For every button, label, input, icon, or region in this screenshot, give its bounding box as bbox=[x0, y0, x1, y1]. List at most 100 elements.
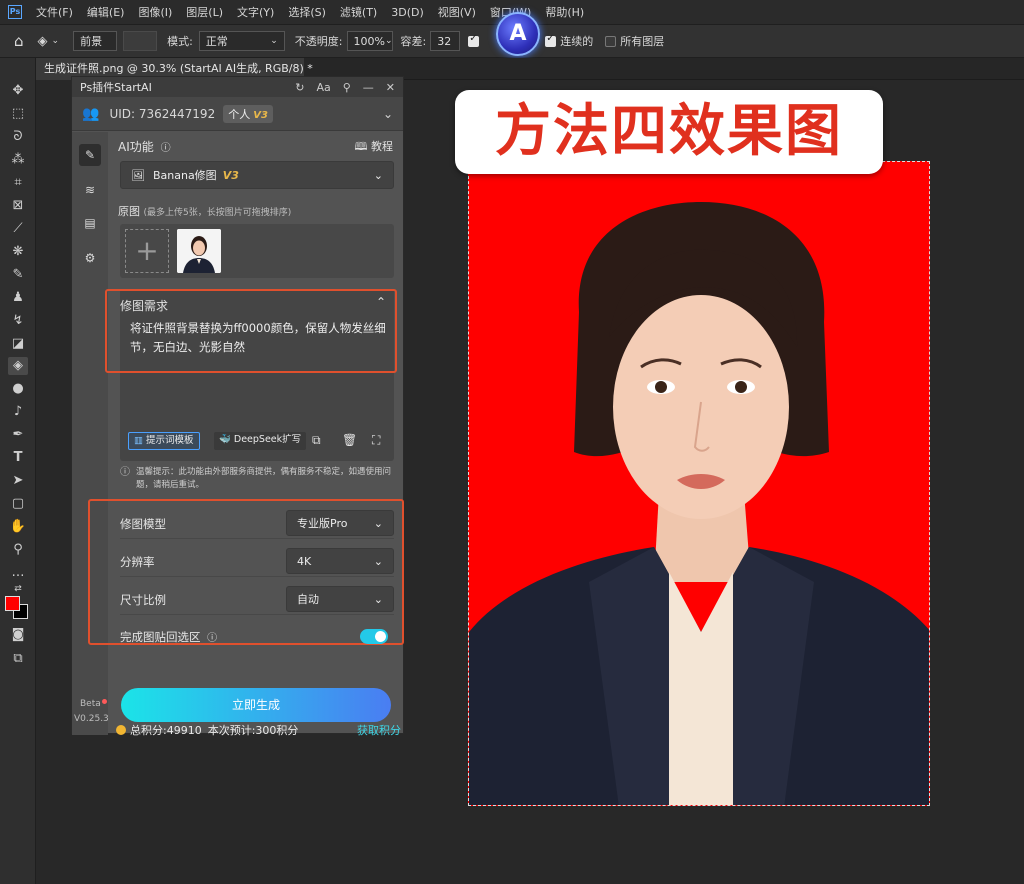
account-row: 👥 UID: 7362447192 个人 V3 ⌄ bbox=[72, 97, 403, 131]
startai-logo: A bbox=[496, 12, 540, 56]
effect-title: 方法四效果图 bbox=[455, 90, 883, 174]
expand-icon[interactable]: ⛶ bbox=[372, 433, 380, 448]
pattern-swatch[interactable] bbox=[123, 31, 158, 51]
chevron-down-icon[interactable]: ⌄ bbox=[52, 36, 60, 46]
marquee-tool-icon[interactable]: ⬚ bbox=[8, 105, 28, 123]
setting-row-paste-back: 完成图贴回选区 ⓘ bbox=[120, 620, 394, 652]
blur-tool-icon[interactable]: ● bbox=[8, 380, 28, 398]
paint-bucket-icon[interactable]: ◈ bbox=[38, 34, 48, 49]
version-label: V0.25.3 bbox=[74, 714, 109, 724]
frame-tool-icon[interactable]: ⊠ bbox=[8, 197, 28, 215]
brush-tool-icon[interactable]: ✎ bbox=[8, 266, 28, 284]
tutorial-link[interactable]: 🕮 教程 bbox=[355, 138, 393, 157]
foreground-color-swatch[interactable] bbox=[5, 596, 20, 611]
history-icon[interactable]: ⧉ bbox=[312, 433, 321, 448]
paste-back-toggle[interactable] bbox=[360, 629, 388, 644]
history-brush-tool-icon[interactable]: ↯ bbox=[8, 312, 28, 330]
menu-edit[interactable]: 编辑(E) bbox=[87, 4, 125, 20]
menu-image[interactable]: 图像(I) bbox=[138, 4, 172, 20]
chevron-down-icon[interactable]: ⌄ bbox=[383, 107, 393, 121]
hand-tool-icon[interactable]: ✋ bbox=[8, 518, 28, 536]
quick-mask-icon[interactable]: ◙ bbox=[8, 626, 28, 644]
close-icon[interactable]: ✕ bbox=[386, 81, 395, 94]
get-points-link[interactable]: 获取积分 bbox=[357, 722, 401, 738]
book-icon: 🕮 bbox=[354, 140, 368, 153]
edit-nav-icon[interactable]: ✎ bbox=[79, 144, 101, 166]
anti-alias-checkbox[interactable] bbox=[468, 33, 480, 47]
panel-main: AI功能 ⓘ 🕮 教程 🖼 Banana修图 V3 ⌄ 原图 (最多上传5张，长… bbox=[88, 132, 405, 738]
generate-label: 立即生成 bbox=[231, 698, 280, 712]
portrait-photo[interactable] bbox=[468, 161, 930, 806]
menu-3d[interactable]: 3D(D) bbox=[391, 6, 424, 19]
tool-bar: ✥ ⬚ ᘐ ⁂ ⌗ ⊠ ⟋ ❋ ✎ ♟ ↯ ◪ ◈ ● ♪ ✒ T ➤ ▢ ✋ … bbox=[0, 58, 36, 884]
model-select[interactable]: 专业版Pro ⌄ bbox=[286, 510, 394, 536]
source-label: 原图 (最多上传5张，长按图片可拖拽排序) bbox=[118, 203, 291, 219]
ratio-select[interactable]: 自动 ⌄ bbox=[286, 586, 394, 612]
setting-label-ratio: 尺寸比例 bbox=[120, 593, 166, 607]
pen-tool-icon[interactable]: ✒ bbox=[8, 426, 28, 444]
settings-nav-icon[interactable]: ⚙ bbox=[82, 250, 98, 266]
menu-select[interactable]: 选择(S) bbox=[288, 4, 326, 20]
menu-layer[interactable]: 图层(L) bbox=[186, 4, 223, 20]
layers-nav-icon[interactable]: ≋ bbox=[82, 182, 98, 198]
setting-label-model: 修图模型 bbox=[120, 517, 166, 531]
info-icon: ⓘ bbox=[120, 467, 130, 478]
points-estimate: 本次预计:300积分 bbox=[207, 724, 299, 737]
fill-source-value: 前景 bbox=[80, 35, 103, 48]
generate-button[interactable]: 立即生成 bbox=[121, 688, 391, 722]
trash-icon[interactable]: 🗑 bbox=[342, 433, 357, 447]
account-type: 个人 bbox=[228, 107, 251, 121]
menu-filter[interactable]: 滤镜(T) bbox=[340, 4, 377, 20]
stamp-tool-icon[interactable]: ♟ bbox=[8, 289, 28, 307]
fill-source-select[interactable]: 前景 bbox=[73, 31, 118, 51]
menu-type[interactable]: 文字(Y) bbox=[237, 4, 274, 20]
dodge-tool-icon[interactable]: ♪ bbox=[8, 403, 28, 421]
source-thumbnail[interactable] bbox=[177, 229, 221, 273]
prompt-template-button[interactable]: ▥ 提示词模板 bbox=[128, 432, 200, 450]
crop-tool-icon[interactable]: ⌗ bbox=[8, 174, 28, 192]
move-tool-icon[interactable]: ✥ bbox=[8, 82, 28, 100]
paint-bucket-tool-icon[interactable]: ◈ bbox=[8, 357, 28, 375]
menu-view[interactable]: 视图(V) bbox=[438, 4, 476, 20]
shape-tool-icon[interactable]: ▢ bbox=[8, 495, 28, 513]
coin-icon bbox=[116, 725, 126, 735]
minimize-icon[interactable]: — bbox=[363, 81, 374, 94]
tolerance-input[interactable]: 32 bbox=[430, 31, 461, 51]
healing-brush-tool-icon[interactable]: ❋ bbox=[8, 243, 28, 261]
info-icon: ⓘ bbox=[207, 633, 218, 644]
pin-icon[interactable]: ⚲ bbox=[343, 81, 351, 94]
ai-function-select[interactable]: 🖼 Banana修图 V3 ⌄ bbox=[120, 161, 394, 189]
document-tab-title: 生成证件照.png @ 30.3% (StartAI AI生成, RGB/8) … bbox=[44, 62, 313, 75]
add-image-button[interactable]: + bbox=[125, 229, 169, 273]
ai-function-label: AI功能 ⓘ bbox=[118, 138, 171, 155]
startai-panel: Ps插件StartAI ↻ Aa ⚲ — ✕ 👥 UID: 7362447192… bbox=[71, 76, 405, 738]
beta-label: Beta bbox=[80, 699, 107, 709]
mode-select[interactable]: 正常 ⌄ bbox=[198, 31, 285, 51]
refresh-icon[interactable]: ↻ bbox=[295, 81, 304, 94]
save-nav-icon[interactable]: ▤ bbox=[82, 215, 98, 231]
opacity-input[interactable]: 100% ⌄ bbox=[346, 31, 393, 51]
font-size-icon[interactable]: Aa bbox=[316, 81, 330, 94]
contiguous-checkbox[interactable] bbox=[545, 33, 557, 47]
path-selection-tool-icon[interactable]: ➤ bbox=[8, 472, 28, 490]
type-tool-icon[interactable]: T bbox=[8, 449, 28, 467]
eraser-tool-icon[interactable]: ◪ bbox=[8, 335, 28, 353]
home-icon[interactable]: ⌂ bbox=[14, 32, 24, 50]
beta-dot bbox=[101, 699, 107, 704]
resolution-select[interactable]: 4K ⌄ bbox=[286, 548, 394, 574]
startai-logo-letter: A bbox=[509, 21, 527, 46]
upload-area: + bbox=[120, 224, 394, 278]
lasso-tool-icon[interactable]: ᘐ bbox=[8, 128, 28, 146]
screen-mode-icon[interactable]: ⧉ bbox=[8, 650, 28, 668]
tolerance-value: 32 bbox=[437, 34, 452, 48]
chevron-down-icon: ⌄ bbox=[373, 592, 383, 606]
eyedropper-tool-icon[interactable]: ⟋ bbox=[8, 220, 28, 238]
menu-help[interactable]: 帮助(H) bbox=[545, 4, 584, 20]
zoom-tool-icon[interactable]: ⚲ bbox=[8, 541, 28, 559]
all-layers-checkbox[interactable] bbox=[605, 35, 617, 47]
magic-wand-tool-icon[interactable]: ⁂ bbox=[8, 151, 28, 169]
deepseek-expand-button[interactable]: 🐳 DeepSeek扩写 bbox=[214, 432, 307, 450]
setting-row-model: 修图模型 专业版Pro ⌄ bbox=[120, 507, 394, 539]
function-value: Banana修图 bbox=[152, 169, 217, 182]
menu-file[interactable]: 文件(F) bbox=[36, 4, 73, 20]
